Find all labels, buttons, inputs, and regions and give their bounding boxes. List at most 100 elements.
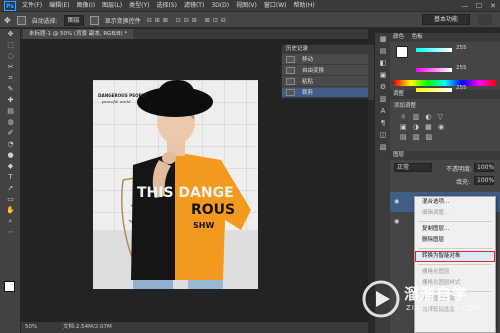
marquee-tool-icon[interactable]: ⬚: [0, 40, 21, 51]
menu-separator: [418, 264, 492, 265]
blue-value[interactable]: 255: [456, 85, 467, 91]
menu-item[interactable]: 视图(V): [236, 0, 257, 12]
context-menu-item[interactable]: 复制图层...: [415, 224, 495, 235]
options-items: ✥ 自动选择: 图层 显示变换控件 ⊟⊞⊠ ⊡⊟⊞ ⊠⊡⊟: [4, 12, 229, 28]
path-select-icon[interactable]: ➚: [0, 183, 21, 194]
photo-caption-1: DANGEROUS PEOPLE: [98, 93, 147, 98]
menu-item[interactable]: 3D(D): [211, 0, 229, 12]
menu-item[interactable]: 类型(Y): [129, 0, 149, 12]
menu-item[interactable]: 窗口(W): [264, 0, 287, 12]
blue-slider[interactable]: 255: [416, 85, 496, 95]
shape-tool-icon[interactable]: ▭: [0, 194, 21, 205]
document-photo[interactable]: THIS DANGE ROUS SHW DANGEROUS PEOPLE pea…: [93, 80, 258, 289]
foreground-color-icon[interactable]: [4, 281, 15, 292]
green-slider[interactable]: 255: [416, 65, 496, 75]
gradient-tool-icon[interactable]: ◔: [0, 139, 21, 150]
zoom-level[interactable]: 50%: [25, 322, 37, 333]
menu-item[interactable]: 滤镜(T): [184, 0, 204, 12]
workspace-dropdown[interactable]: 基本功能: [422, 14, 470, 25]
menu-separator: [418, 248, 492, 249]
menu-item[interactable]: 图层(L): [102, 0, 122, 12]
adjustment-icons[interactable]: ☼ ▥ ◐ ▽ ▣ ◑ ▦ ◉ ▤ ▧ ▨: [390, 111, 500, 143]
green-value[interactable]: 255: [456, 65, 467, 71]
menu-item[interactable]: 文件(F): [22, 0, 42, 12]
show-transform-checkbox[interactable]: [89, 15, 99, 25]
blur-tool-icon[interactable]: ●: [0, 150, 21, 161]
eye-icon[interactable]: ◉: [394, 218, 399, 225]
history-item[interactable]: 粘贴: [282, 77, 368, 87]
channels-panel-icon[interactable]: ▥: [375, 93, 391, 105]
color-tab[interactable]: 颜色: [393, 34, 404, 40]
blend-mode-dropdown[interactable]: 正常: [394, 163, 432, 172]
history-title: 历史记录: [282, 45, 374, 54]
history-item[interactable]: 自由变换: [282, 66, 368, 76]
type-tool-icon[interactable]: T: [0, 172, 21, 183]
eye-icon[interactable]: ◉: [394, 198, 399, 205]
lasso-tool-icon[interactable]: ◌: [0, 51, 21, 62]
shirt-text-3: SHW: [193, 221, 214, 230]
opacity-field[interactable]: 100%: [474, 163, 494, 172]
slice-tool-icon[interactable]: ⌗: [0, 73, 21, 84]
menu-item[interactable]: 选择(S): [156, 0, 177, 12]
menu-item[interactable]: 图像(I): [77, 0, 95, 12]
layers-tab[interactable]: 图层: [393, 152, 404, 158]
layer-select-dropdown[interactable]: 图层: [63, 14, 84, 26]
history-panel: 历史记录 移动自由变换粘贴 裁剪: [281, 44, 374, 100]
swatch-tab[interactable]: 色板: [412, 34, 423, 40]
history-item-label: 自由变换: [302, 68, 325, 74]
maximize-button[interactable]: ☐: [472, 0, 486, 12]
hand-tool-icon[interactable]: ✋: [0, 205, 21, 216]
layers-panel-icon[interactable]: ▣: [375, 69, 391, 81]
pen-tool-icon[interactable]: ◆: [0, 161, 21, 172]
styles-panel-icon[interactable]: ◫: [375, 129, 391, 141]
history-item[interactable]: 裁剪: [282, 88, 368, 98]
show-transform-label: 显示变换控件: [104, 17, 141, 25]
crop-tool-icon[interactable]: ✂: [0, 62, 21, 73]
portrait-image: THIS DANGE ROUS SHW DANGEROUS PEOPLE pea…: [93, 80, 258, 289]
align-icons[interactable]: ⊟⊞⊠ ⊡⊟⊞ ⊠⊡⊟: [147, 17, 229, 24]
eraser-tool-icon[interactable]: ✐: [0, 128, 21, 139]
red-slider[interactable]: 255: [416, 45, 496, 55]
more-tools-icon[interactable]: ⋯: [0, 227, 21, 238]
zoom-tool-icon[interactable]: ⌕: [0, 216, 21, 227]
properties-panel-icon[interactable]: ▤: [375, 45, 391, 57]
doc-size: 文档:2.54M/2.07M: [63, 324, 112, 330]
history-brush-icon[interactable]: ◍: [0, 117, 21, 128]
brush-tool-icon[interactable]: ✎: [0, 84, 21, 95]
menu-separator: [418, 221, 492, 222]
close-button[interactable]: ✕: [486, 0, 500, 12]
history-panel-icon[interactable]: ▦: [375, 33, 391, 45]
paragraph-panel-icon[interactable]: ¶: [375, 117, 391, 129]
foreground-swatch[interactable]: [396, 46, 408, 58]
settings-icon[interactable]: ⚙: [375, 81, 391, 93]
menu-item[interactable]: 帮助(H): [294, 0, 315, 12]
watermark: 溜溜自学 ZIXUE.3D66.COM: [360, 277, 500, 321]
adjust-hint: 添加调整: [394, 103, 417, 109]
minimize-button[interactable]: —: [458, 0, 472, 12]
adjust-tab[interactable]: 调整: [393, 91, 404, 97]
auto-select-checkbox[interactable]: [16, 15, 26, 25]
history-item[interactable]: 移动: [282, 55, 368, 65]
move-tool-icon[interactable]: ✥: [0, 29, 21, 40]
character-panel-icon[interactable]: A: [375, 105, 391, 117]
tools-panel: ✥ ⬚ ◌ ✂ ⌗ ✎ ✚ ▤ ◍ ✐ ◔ ● ◆ T ➚ ▭ ✋ ⌕ ⋯: [0, 29, 21, 333]
context-menu-item[interactable]: 删除图层: [415, 235, 495, 246]
red-value[interactable]: 255: [456, 45, 467, 51]
history-step-icon: [286, 67, 295, 74]
document-tab[interactable]: 未标题-1 @ 50% (背景 副本, RGB/8) *: [23, 29, 134, 39]
context-menu-item[interactable]: 混合选项...: [415, 197, 495, 208]
swatches-panel-icon[interactable]: ◧: [375, 57, 391, 69]
healing-tool-icon[interactable]: ✚: [0, 95, 21, 106]
stamp-tool-icon[interactable]: ▤: [0, 106, 21, 117]
menu-item[interactable]: 编辑(E): [49, 0, 69, 12]
paths-panel-icon[interactable]: ▧: [375, 141, 391, 153]
context-menu-item[interactable]: 编辑调整...: [415, 208, 495, 219]
fill-field[interactable]: 100%: [474, 176, 494, 185]
search-icon[interactable]: [478, 14, 492, 25]
convert-to-smart-object-item[interactable]: 转换为智能对象: [415, 251, 495, 262]
shirt-text-2: ROUS: [191, 202, 235, 218]
menu-bar: 文件(F) 编辑(E) 图像(I) 图层(L) 类型(Y) 选择(S) 滤镜(T) 3D(D)…: [22, 0, 315, 12]
move-tool-icon[interactable]: ✥: [4, 16, 11, 25]
layers-panel-header: 图层: [390, 151, 500, 160]
opacity-label: 不透明度:: [446, 166, 473, 173]
